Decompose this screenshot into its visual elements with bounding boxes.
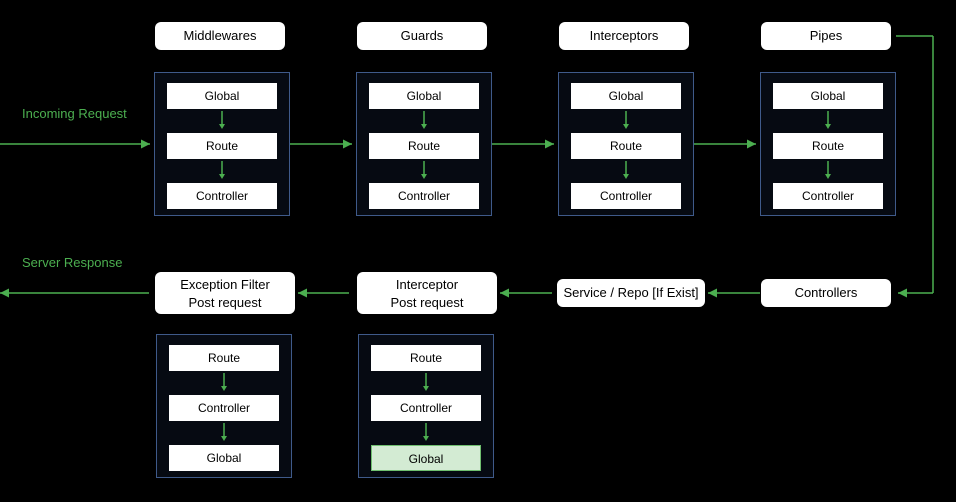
arrow-down-icon (419, 111, 429, 131)
exception-filter-item-global: Global (169, 445, 279, 471)
interceptor-post-item-global: Global (371, 445, 481, 471)
interceptors-item-global: Global (571, 83, 681, 109)
arrow-down-icon (217, 161, 227, 181)
arrow-down-icon (419, 161, 429, 181)
arrow-down-icon (421, 423, 431, 443)
interceptors-stack: Global Route Controller (558, 72, 694, 216)
middlewares-stack: Global Route Controller (154, 72, 290, 216)
exception-filter-title: Exception Filter Post request (155, 272, 295, 314)
arrow-down-icon (823, 161, 833, 181)
service-repo-title: Service / Repo [If Exist] (557, 279, 705, 307)
guards-item-controller: Controller (369, 183, 479, 209)
guards-item-global: Global (369, 83, 479, 109)
interceptor-post-line2: Post request (391, 295, 464, 310)
controllers-title: Controllers (761, 279, 891, 307)
exception-filter-item-controller: Controller (169, 395, 279, 421)
interceptors-item-route: Route (571, 133, 681, 159)
interceptors-item-controller: Controller (571, 183, 681, 209)
middlewares-item-controller: Controller (167, 183, 277, 209)
interceptor-post-item-controller: Controller (371, 395, 481, 421)
interceptors-title: Interceptors (559, 22, 689, 50)
arrow-down-icon (421, 373, 431, 393)
pipes-item-route: Route (773, 133, 883, 159)
interceptor-post-title: Interceptor Post request (357, 272, 497, 314)
exception-filter-line2: Post request (189, 295, 262, 310)
incoming-request-label: Incoming Request (22, 106, 127, 121)
interceptor-post-line1: Interceptor (396, 277, 458, 292)
guards-title: Guards (357, 22, 487, 50)
interceptor-post-item-route: Route (371, 345, 481, 371)
arrow-down-icon (219, 423, 229, 443)
middlewares-item-global: Global (167, 83, 277, 109)
guards-stack: Global Route Controller (356, 72, 492, 216)
arrow-down-icon (219, 373, 229, 393)
arrow-down-icon (217, 111, 227, 131)
pipes-title: Pipes (761, 22, 891, 50)
middlewares-title: Middlewares (155, 22, 285, 50)
exception-filter-item-route: Route (169, 345, 279, 371)
arrow-down-icon (621, 161, 631, 181)
arrow-down-icon (823, 111, 833, 131)
pipes-item-controller: Controller (773, 183, 883, 209)
interceptor-post-stack: Route Controller Global (358, 334, 494, 478)
middlewares-item-route: Route (167, 133, 277, 159)
pipes-stack: Global Route Controller (760, 72, 896, 216)
server-response-label: Server Response (22, 255, 122, 270)
exception-filter-line1: Exception Filter (180, 277, 270, 292)
guards-item-route: Route (369, 133, 479, 159)
arrow-down-icon (621, 111, 631, 131)
pipes-item-global: Global (773, 83, 883, 109)
exception-filter-stack: Route Controller Global (156, 334, 292, 478)
